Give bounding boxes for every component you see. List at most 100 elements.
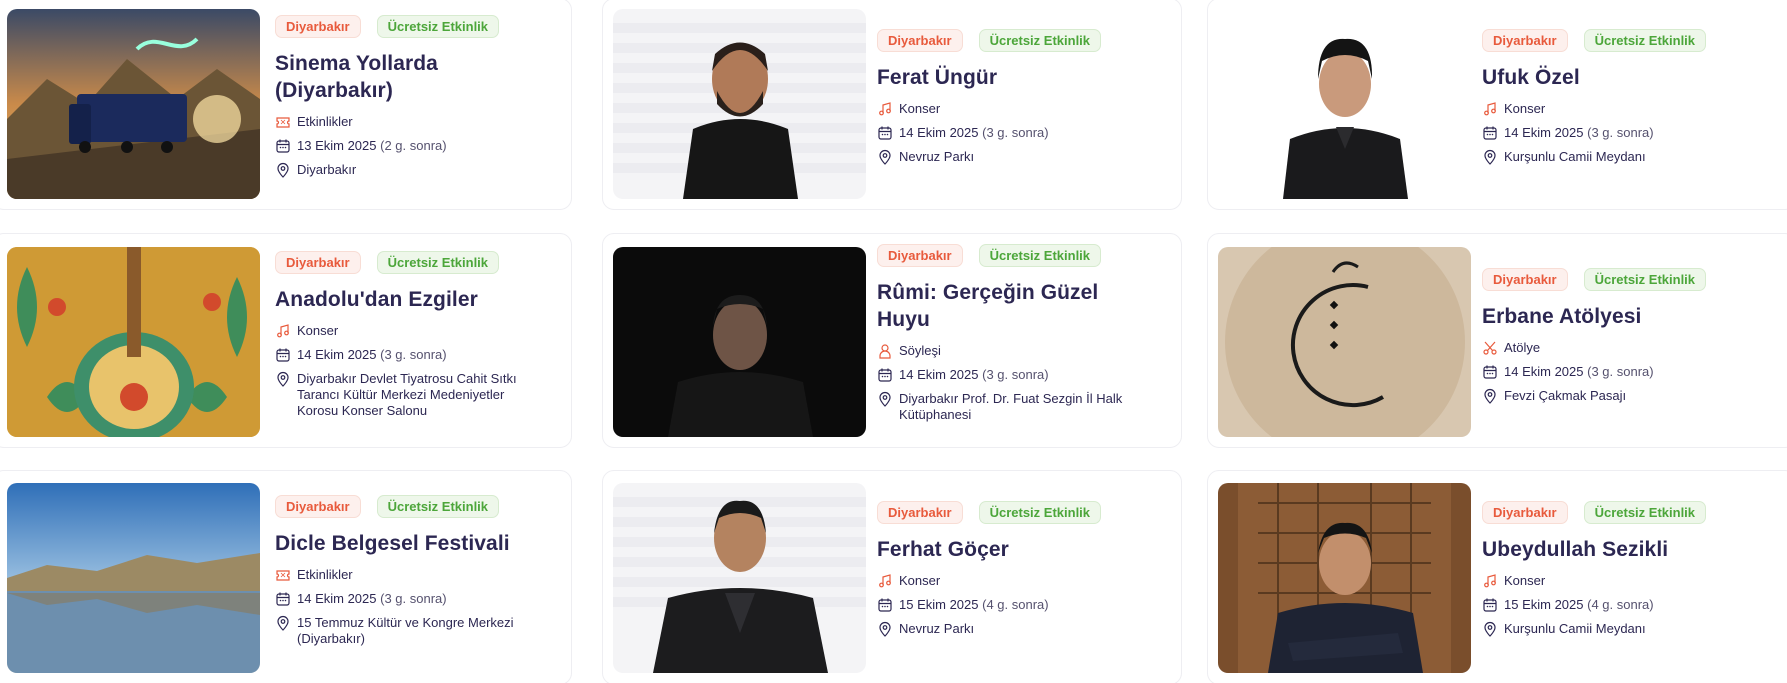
location-pin-icon xyxy=(275,615,291,631)
event-title[interactable]: Rûmi: Gerçeğin Güzel Huyu xyxy=(877,279,1137,333)
ticket-icon xyxy=(275,567,291,583)
event-card[interactable]: Diyarbakır Ücretsiz Etkinlik Sinema Yoll… xyxy=(0,0,572,210)
event-image[interactable] xyxy=(7,483,260,673)
category-row: Konser xyxy=(877,101,1171,117)
city-badge: Diyarbakır xyxy=(275,15,361,38)
free-event-badge: Ücretsiz Etkinlik xyxy=(1583,29,1707,52)
date-row: 14 Ekim 2025 (3 g. sonra) xyxy=(877,367,1171,383)
event-card[interactable]: Diyarbakır Ücretsiz Etkinlik Ferat Üngür… xyxy=(602,0,1182,210)
event-card[interactable]: Diyarbakır Ücretsiz Etkinlik Erbane Atöl… xyxy=(1207,233,1787,448)
calendar-icon xyxy=(275,138,291,154)
free-event-badge: Ücretsiz Etkinlik xyxy=(1583,501,1707,524)
event-image[interactable] xyxy=(1218,9,1471,199)
date-relative: (2 g. sonra) xyxy=(380,138,447,153)
event-image[interactable] xyxy=(7,9,260,199)
location-pin-icon xyxy=(877,391,893,407)
calendar-icon xyxy=(275,591,291,607)
event-title[interactable]: Anadolu'dan Ezgiler xyxy=(275,286,561,313)
event-card[interactable]: Diyarbakır Ücretsiz Etkinlik Ubeydullah … xyxy=(1207,470,1787,683)
event-title[interactable]: Ufuk Özel xyxy=(1482,64,1786,91)
date-row: 15 Ekim 2025 (4 g. sonra) xyxy=(1482,597,1786,613)
event-card[interactable]: Diyarbakır Ücretsiz Etkinlik Dicle Belge… xyxy=(0,470,572,683)
category-row: Konser xyxy=(877,573,1171,589)
event-venue: Nevruz Parkı xyxy=(899,621,975,636)
event-title[interactable]: Ferhat Göçer xyxy=(877,536,1171,563)
venue-row: Diyarbakır xyxy=(275,162,561,178)
event-title[interactable]: Erbane Atölyesi xyxy=(1482,303,1786,330)
event-date: 14 Ekim 2025 xyxy=(297,591,377,606)
city-badge: Diyarbakır xyxy=(877,244,963,267)
date-relative: (3 g. sonra) xyxy=(982,367,1049,382)
calendar-icon xyxy=(877,125,893,141)
category-label: Etkinlikler xyxy=(297,567,353,582)
event-image[interactable] xyxy=(1218,247,1471,437)
city-badge: Diyarbakır xyxy=(877,501,963,524)
event-venue: Diyarbakır Devlet Tiyatrosu Cahit Sıtkı … xyxy=(297,371,517,418)
music-icon xyxy=(1482,573,1498,589)
event-image[interactable] xyxy=(613,247,866,437)
free-event-badge: Ücretsiz Etkinlik xyxy=(376,495,500,518)
event-image[interactable] xyxy=(7,247,260,437)
city-badge: Diyarbakır xyxy=(1482,501,1568,524)
event-date: 13 Ekim 2025 xyxy=(297,138,377,153)
event-title[interactable]: Sinema Yollarda (Diyarbakır) xyxy=(275,50,561,104)
location-pin-icon xyxy=(1482,621,1498,637)
event-title[interactable]: Ferat Üngür xyxy=(877,64,1171,91)
event-image[interactable] xyxy=(613,9,866,199)
event-title[interactable]: Ubeydullah Sezikli xyxy=(1482,536,1786,563)
date-row: 14 Ekim 2025 (3 g. sonra) xyxy=(877,125,1171,141)
category-label: Konser xyxy=(899,101,941,116)
date-row: 14 Ekim 2025 (3 g. sonra) xyxy=(275,591,561,607)
venue-row: 15 Temmuz Kültür ve Kongre Merkezi (Diya… xyxy=(275,615,525,647)
city-badge: Diyarbakır xyxy=(877,29,963,52)
event-date: 14 Ekim 2025 xyxy=(1504,364,1584,379)
location-pin-icon xyxy=(877,149,893,165)
music-icon xyxy=(877,573,893,589)
date-row: 14 Ekim 2025 (3 g. sonra) xyxy=(275,347,561,363)
category-label: Atölye xyxy=(1504,340,1541,355)
calendar-icon xyxy=(275,347,291,363)
category-row: Etkinlikler xyxy=(275,567,561,583)
event-title[interactable]: Dicle Belgesel Festivali xyxy=(275,530,561,557)
calendar-icon xyxy=(1482,364,1498,380)
calendar-icon xyxy=(877,597,893,613)
location-pin-icon xyxy=(877,621,893,637)
event-date: 14 Ekim 2025 xyxy=(297,347,377,362)
date-row: 15 Ekim 2025 (4 g. sonra) xyxy=(877,597,1171,613)
event-venue: Fevzi Çakmak Pasajı xyxy=(1504,388,1627,403)
date-relative: (4 g. sonra) xyxy=(982,597,1049,612)
location-pin-icon xyxy=(1482,388,1498,404)
date-relative: (3 g. sonra) xyxy=(1587,125,1654,140)
location-pin-icon xyxy=(275,162,291,178)
free-event-badge: Ücretsiz Etkinlik xyxy=(978,29,1102,52)
category-label: Konser xyxy=(297,323,339,338)
event-card[interactable]: Diyarbakır Ücretsiz Etkinlik Rûmi: Gerçe… xyxy=(602,233,1182,448)
category-label: Konser xyxy=(1504,573,1546,588)
category-row: Etkinlikler xyxy=(275,114,561,130)
location-pin-icon xyxy=(275,371,291,387)
free-event-badge: Ücretsiz Etkinlik xyxy=(978,501,1102,524)
event-card[interactable]: Diyarbakır Ücretsiz Etkinlik Ufuk Özel K… xyxy=(1207,0,1787,210)
date-relative: (4 g. sonra) xyxy=(1587,597,1654,612)
scissors-icon xyxy=(1482,340,1498,356)
category-label: Konser xyxy=(1504,101,1546,116)
event-image[interactable] xyxy=(1218,483,1471,673)
venue-row: Kurşunlu Camii Meydanı xyxy=(1482,621,1786,637)
free-event-badge: Ücretsiz Etkinlik xyxy=(978,244,1102,267)
venue-row: Kurşunlu Camii Meydanı xyxy=(1482,149,1786,165)
event-card[interactable]: Diyarbakır Ücretsiz Etkinlik Ferhat Göçe… xyxy=(602,470,1182,683)
event-date: 14 Ekim 2025 xyxy=(1504,125,1584,140)
event-image[interactable] xyxy=(613,483,866,673)
event-venue: Kurşunlu Camii Meydanı xyxy=(1504,621,1646,636)
event-date: 14 Ekim 2025 xyxy=(899,367,979,382)
event-date: 15 Ekim 2025 xyxy=(899,597,979,612)
date-relative: (3 g. sonra) xyxy=(1587,364,1654,379)
event-card[interactable]: Diyarbakır Ücretsiz Etkinlik Anadolu'dan… xyxy=(0,233,572,448)
date-row: 14 Ekim 2025 (3 g. sonra) xyxy=(1482,125,1786,141)
date-row: 14 Ekim 2025 (3 g. sonra) xyxy=(1482,364,1786,380)
city-badge: Diyarbakır xyxy=(1482,268,1568,291)
category-row: Söyleşi xyxy=(877,343,1171,359)
category-label: Etkinlikler xyxy=(297,114,353,129)
calendar-icon xyxy=(1482,597,1498,613)
free-event-badge: Ücretsiz Etkinlik xyxy=(1583,268,1707,291)
